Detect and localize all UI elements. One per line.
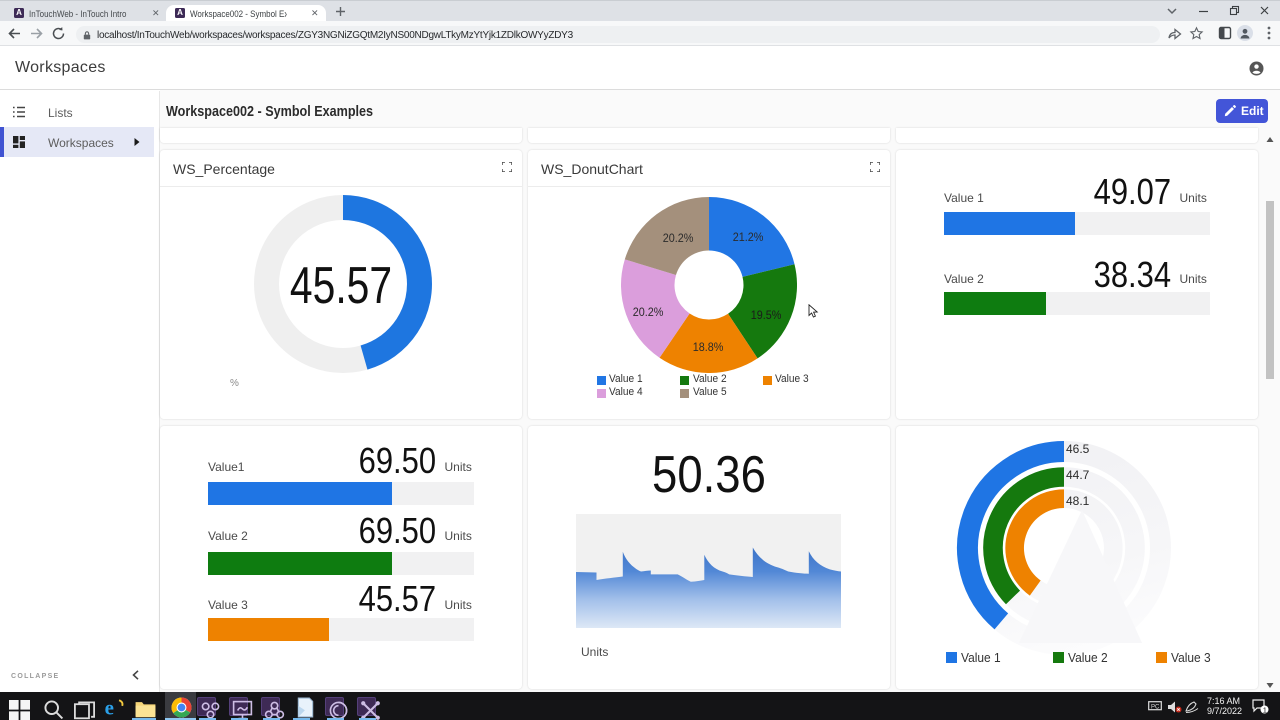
svg-text:1: 1 <box>1263 705 1267 714</box>
svg-text:e: e <box>105 697 114 718</box>
svg-text:PC: PC <box>1151 704 1160 710</box>
